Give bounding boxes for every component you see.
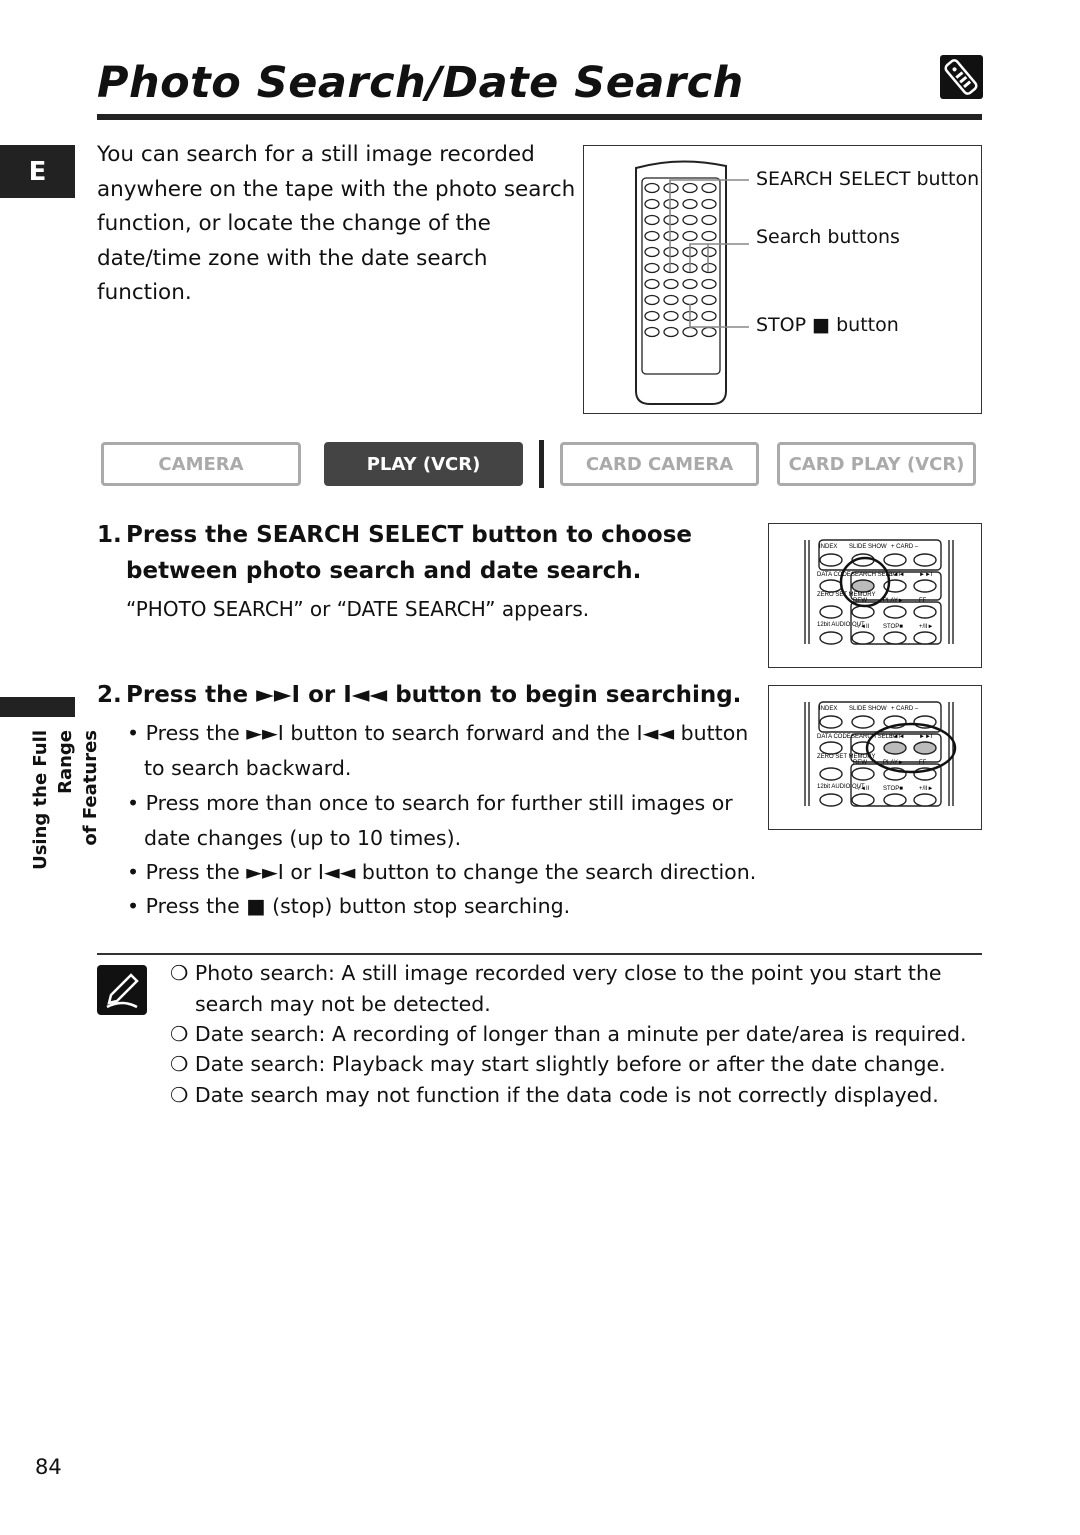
remote-button	[851, 715, 875, 729]
remote-button-label: + CARD –	[891, 544, 919, 550]
remote-button-label: DATA CODE	[817, 572, 851, 578]
note: ❍ Date search: A recording of longer tha…	[170, 1022, 967, 1046]
remote-button	[851, 631, 875, 645]
page-number: 84	[35, 1455, 62, 1479]
intro-text: You can search for a still image recorde…	[97, 142, 576, 305]
bullet: • Press more than once to search for fur…	[127, 791, 733, 850]
step-text: Press the SEARCH SELECT button to choose…	[126, 522, 693, 584]
remote-button-label: INDEX	[819, 706, 837, 712]
notes-divider	[97, 953, 982, 955]
step-text: Press the ►►I or I◄◄ button to begin sea…	[126, 682, 742, 708]
remote-button	[819, 631, 843, 645]
bullet: • Press the ■ (stop) button stop searchi…	[127, 894, 571, 918]
remote-button	[913, 741, 937, 755]
remote-button	[819, 793, 843, 807]
stop-button-label: STOP ■ button	[756, 314, 899, 336]
remote-button	[819, 605, 843, 619]
remote-button	[851, 605, 875, 619]
remote-button-label: SLIDE SHOW	[849, 706, 887, 712]
note: ❍ Date search: Playback may start slight…	[170, 1052, 946, 1076]
step-1-result: “PHOTO SEARCH” or “DATE SEARCH” appears.	[126, 597, 590, 621]
remote-button-label: REW	[853, 760, 867, 766]
title-rule	[97, 114, 982, 120]
remote-button	[851, 793, 875, 807]
remote-button	[819, 579, 843, 593]
remote-button	[819, 715, 843, 729]
remote-button	[851, 579, 875, 593]
remote-button	[883, 741, 907, 755]
step-number: 1.	[97, 522, 122, 548]
remote-button-label: –/◄II	[855, 786, 870, 792]
step-number: 2.	[97, 682, 122, 708]
remote-button-label: SLIDE SHOW	[849, 544, 887, 550]
remote-button	[851, 767, 875, 781]
remote-button	[883, 793, 907, 807]
remote-closeup-2: INDEX SLIDE SHOW + CARD – DATA CODE SEARCH S…	[768, 685, 982, 830]
mode-card-camera: CARD CAMERA	[560, 442, 759, 486]
page-title: Photo Search/Date Search	[97, 58, 744, 108]
remote-button-label: + CARD –	[891, 706, 919, 712]
remote-button-label: –/◄II	[855, 624, 870, 630]
remote-button-label: PLAY►	[883, 598, 904, 604]
remote-button-label: I◄◄	[891, 572, 905, 578]
remote-closeup-1: INDEX SLIDE SHOW + CARD – DATA CODE SEARCH S…	[768, 523, 982, 668]
remote-button	[913, 605, 937, 619]
remote-button	[819, 767, 843, 781]
remote-button-label: FF	[919, 760, 927, 766]
section-label-line2: of Features	[80, 730, 101, 846]
mode-camera: CAMERA	[101, 442, 301, 486]
remote-control-icon	[940, 55, 983, 99]
remote-button	[913, 631, 937, 645]
remote-button	[883, 553, 907, 567]
section-label: Using the Full Range of Features	[28, 730, 103, 930]
remote-button	[883, 631, 907, 645]
remote-button-label: PLAY►	[883, 760, 904, 766]
sidebar-marker	[0, 697, 75, 717]
mode-play-vcr: PLAY (VCR)	[324, 442, 523, 486]
remote-button	[819, 741, 843, 755]
section-label-line1: Using the Full Range	[30, 730, 76, 870]
remote-button-label: ►►I	[919, 734, 933, 740]
search-buttons-label: Search buttons	[756, 226, 900, 248]
mode-card-play-vcr: CARD PLAY (VCR)	[777, 442, 976, 486]
remote-button-label: +/II►	[919, 624, 933, 630]
bullet: • Press the ►►I or I◄◄ button to change …	[127, 860, 757, 884]
remote-button	[819, 553, 843, 567]
remote-diagram: SEARCH SELECT button Search buttons STOP…	[583, 145, 982, 414]
remote-button-label: +/II►	[919, 786, 933, 792]
step-1: 1. Press the SEARCH SELECT button to choo…	[97, 517, 762, 589]
remote-button	[851, 741, 875, 755]
mode-separator	[539, 440, 544, 488]
remote-button	[913, 553, 937, 567]
remote-button-label: INDEX	[819, 544, 837, 550]
note: ❍ Photo search: A still image recorded v…	[170, 961, 942, 1016]
step-2: 2. Press the ►►I or I◄◄ button to begin s…	[97, 677, 762, 713]
language-tab: E	[0, 145, 75, 198]
pencil-note-icon	[97, 965, 147, 1015]
remote-button-label: I◄◄	[891, 734, 905, 740]
remote-button-label: STOP■	[883, 786, 903, 792]
remote-button-label: ►►I	[919, 572, 933, 578]
remote-button	[913, 579, 937, 593]
remote-button	[913, 793, 937, 807]
remote-button-label: DATA CODE	[817, 734, 851, 740]
remote-button-label: FF	[919, 598, 927, 604]
remote-button-label: STOP■	[883, 624, 903, 630]
remote-button	[883, 605, 907, 619]
note: ❍ Date search may not function if the da…	[170, 1083, 939, 1107]
search-select-label: SEARCH SELECT button	[756, 168, 980, 190]
bullet: • Press the ►►I button to search forward…	[127, 721, 749, 780]
highlight-circle	[865, 722, 957, 774]
